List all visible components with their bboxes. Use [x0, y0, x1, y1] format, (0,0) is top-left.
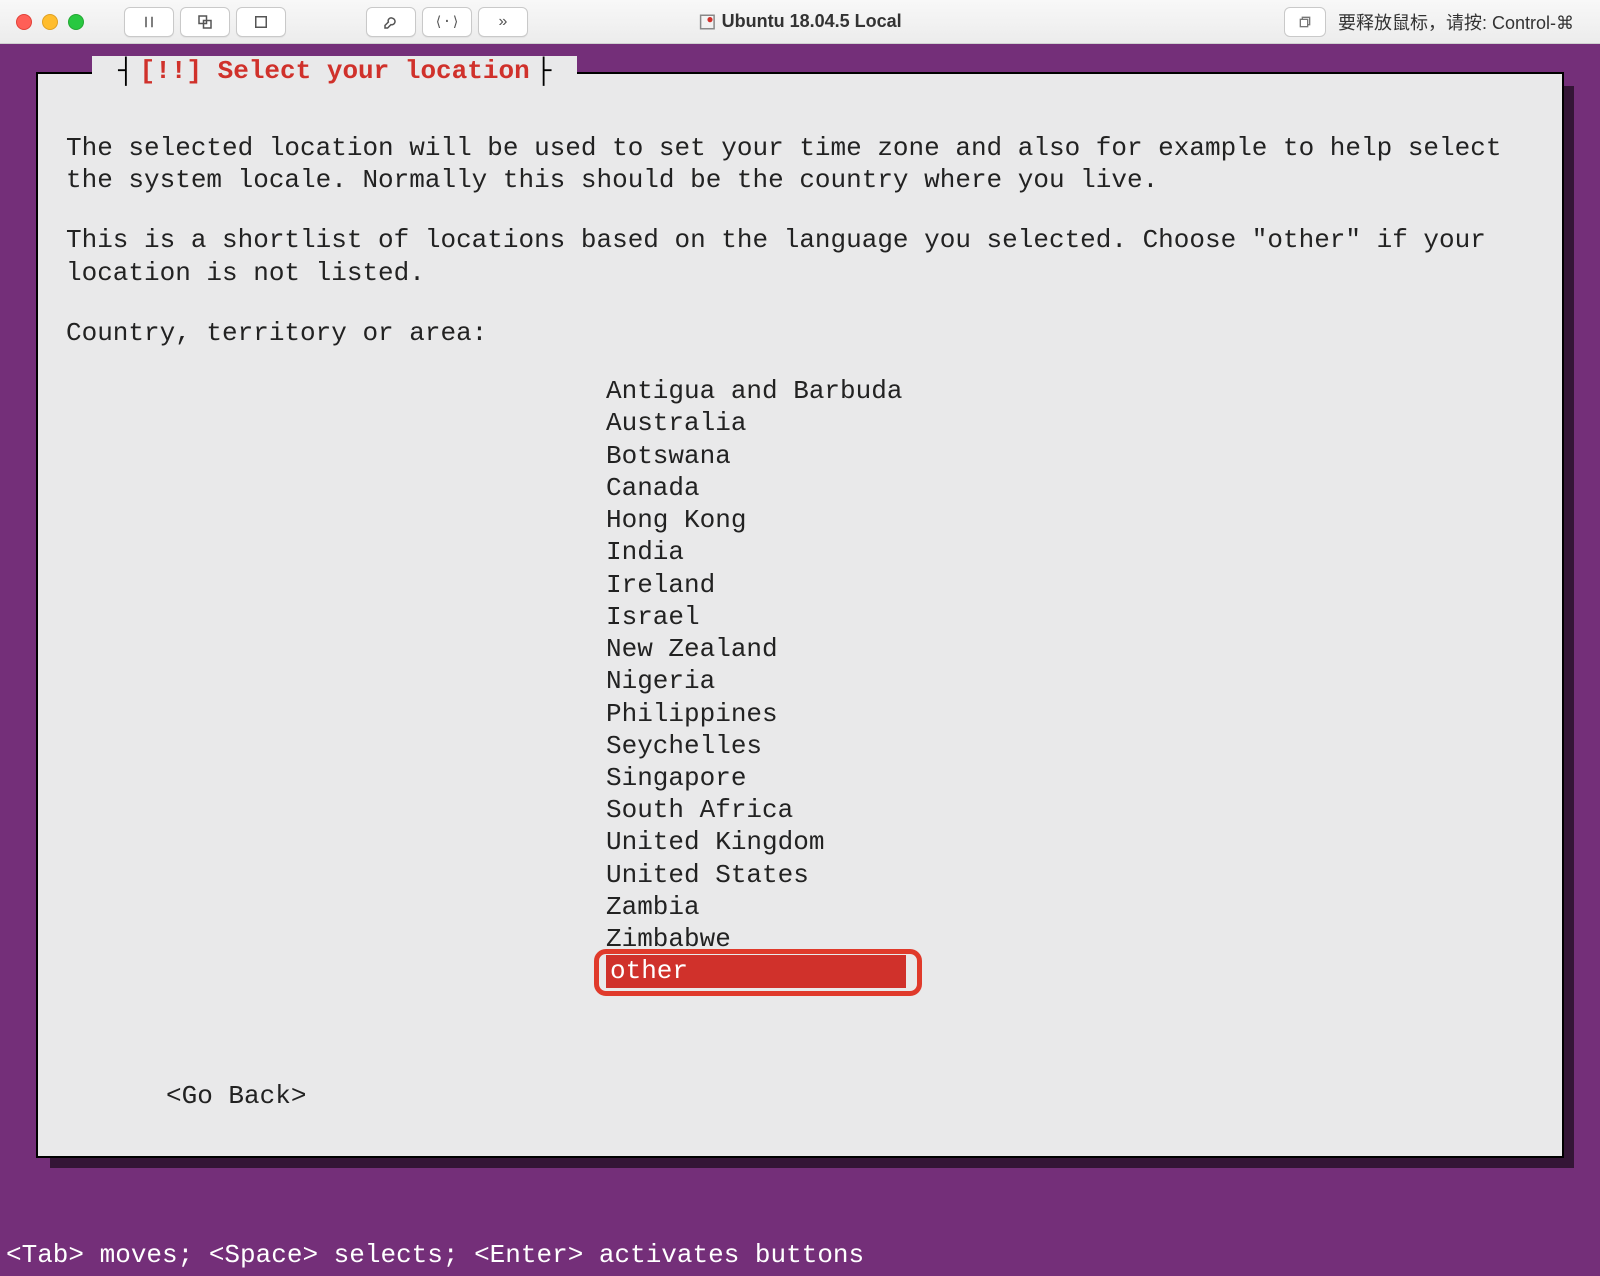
country-list[interactable]: Antigua and BarbudaAustraliaBotswanaCana… [606, 375, 1534, 987]
close-window-button[interactable] [16, 14, 32, 30]
settings-button[interactable] [366, 7, 416, 37]
overlap-squares-icon [1297, 14, 1313, 30]
chevron-double-right-icon: » [499, 13, 508, 31]
installer-panel: ┤[!!] Select your location├ The selected… [36, 72, 1564, 1158]
installer-paragraph-1: The selected location will be used to se… [66, 132, 1534, 196]
snapshot-icon [196, 13, 214, 31]
country-option[interactable]: United Kingdom [606, 826, 1534, 858]
fullscreen-button[interactable] [1284, 7, 1326, 37]
go-back-button[interactable]: <Go Back> [166, 1081, 306, 1111]
country-option[interactable]: Nigeria [606, 665, 1534, 697]
panel-title-row: ┤[!!] Select your location├ [38, 56, 1562, 86]
country-option[interactable]: Singapore [606, 762, 1534, 794]
pipe-decor: ├ [530, 56, 558, 86]
country-option[interactable]: Israel [606, 601, 1534, 633]
country-option[interactable]: United States [606, 859, 1534, 891]
toolbar-group-left [124, 7, 286, 37]
window-title-text: Ubuntu 18.04.5 Local [722, 11, 902, 32]
country-option[interactable]: Botswana [606, 440, 1534, 472]
pause-icon [140, 13, 158, 31]
country-option[interactable]: Seychelles [606, 730, 1534, 762]
country-option[interactable]: Philippines [606, 698, 1534, 730]
library-button[interactable] [236, 7, 286, 37]
panel-title-text: [!!] Select your location [140, 56, 530, 86]
vm-display[interactable]: ┤[!!] Select your location├ The selected… [0, 44, 1600, 1276]
pause-vm-button[interactable] [124, 7, 174, 37]
mouse-release-hint: 要释放鼠标，请按: Control-⌘ [1338, 9, 1574, 35]
country-option[interactable]: Canada [606, 472, 1534, 504]
country-option[interactable]: other [606, 955, 906, 987]
window-title: ● Ubuntu 18.04.5 Local [698, 11, 901, 32]
resize-icon: ⟨·⟩ [434, 14, 459, 30]
country-option[interactable]: India [606, 536, 1534, 568]
wrench-icon [382, 13, 400, 31]
maximize-window-button[interactable] [68, 14, 84, 30]
resize-button[interactable]: ⟨·⟩ [422, 7, 472, 37]
country-option[interactable]: Antigua and Barbuda [606, 375, 1534, 407]
country-option[interactable]: Ireland [606, 569, 1534, 601]
toolbar-group-mid: ⟨·⟩ » [366, 7, 528, 37]
installer-paragraph-2: This is a shortlist of locations based o… [66, 224, 1534, 288]
installer-panel-wrap: ┤[!!] Select your location├ The selected… [36, 72, 1564, 1158]
country-option[interactable]: South Africa [606, 794, 1534, 826]
window-controls [16, 14, 84, 30]
panel-title: ┤[!!] Select your location├ [92, 56, 577, 86]
titlebar-right: 要释放鼠标，请按: Control-⌘ [1284, 7, 1584, 37]
installer-prompt-label: Country, territory or area: [66, 317, 1534, 349]
square-icon [252, 13, 270, 31]
minimize-window-button[interactable] [42, 14, 58, 30]
country-option[interactable]: Hong Kong [606, 504, 1534, 536]
country-option[interactable]: Zimbabwe [606, 923, 1534, 955]
macos-titlebar: ⟨·⟩ » ● Ubuntu 18.04.5 Local 要释放鼠标，请按: C… [0, 0, 1600, 44]
country-option[interactable]: New Zealand [606, 633, 1534, 665]
vm-window-icon: ● [698, 13, 713, 31]
snapshot-button[interactable] [180, 7, 230, 37]
country-option[interactable]: Zambia [606, 891, 1534, 923]
installer-footer-hint: <Tab> moves; <Space> selects; <Enter> ac… [6, 1240, 864, 1270]
country-option[interactable]: Australia [606, 407, 1534, 439]
more-button[interactable]: » [478, 7, 528, 37]
pipe-decor: ┤ [112, 56, 140, 86]
